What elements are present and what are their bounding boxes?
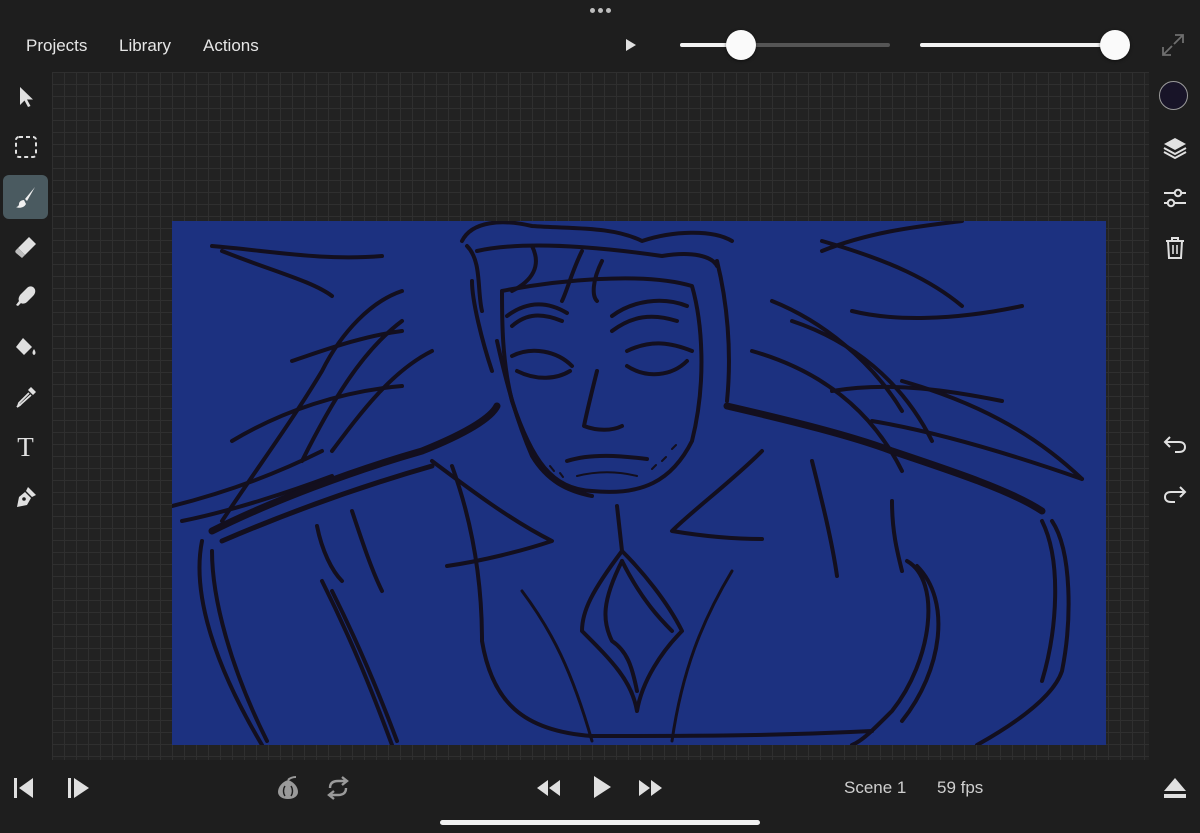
fps-selector[interactable]: 59 fps [937, 778, 983, 798]
fullscreen-icon[interactable] [1161, 33, 1185, 57]
text-tool[interactable]: T [3, 425, 48, 469]
opacity-slider[interactable] [920, 30, 1131, 60]
scene-selector[interactable]: Scene 1 [844, 778, 906, 798]
delete-button[interactable] [1160, 233, 1190, 263]
canvas-grid[interactable] [52, 72, 1149, 760]
onion-skin-button[interactable] [272, 772, 304, 804]
timeline-toggle-button[interactable] [1159, 772, 1191, 804]
eyedropper-icon [15, 387, 36, 408]
pen-icon [16, 487, 36, 507]
eraser-tool[interactable] [3, 225, 48, 269]
trash-icon [1166, 237, 1184, 259]
redo-icon [1163, 486, 1187, 503]
next-frame-icon [68, 778, 89, 798]
opacity-knob[interactable] [1100, 30, 1131, 60]
text-tool-icon: T [17, 431, 34, 462]
previous-frame-icon [14, 778, 33, 798]
color-swatch[interactable] [1159, 81, 1188, 110]
pen-tool[interactable] [3, 475, 48, 519]
eyedropper-tool[interactable] [3, 375, 48, 419]
fast-forward-icon [639, 780, 662, 796]
play-button[interactable] [585, 771, 617, 803]
undo-button[interactable] [1160, 428, 1190, 458]
menu-library[interactable]: Library [119, 36, 171, 56]
home-indicator[interactable] [440, 820, 760, 825]
fast-forward-button[interactable] [635, 772, 667, 804]
redo-button[interactable] [1160, 478, 1190, 508]
onion-skin-icon [278, 776, 298, 799]
brush-size-knob[interactable] [725, 30, 756, 60]
adjustments-button[interactable] [1160, 183, 1190, 213]
brush-icon [15, 187, 35, 208]
opacity-fill [920, 43, 1116, 47]
menu-projects[interactable]: Projects [26, 36, 87, 56]
loop-button[interactable] [322, 772, 354, 804]
fill-icon [15, 338, 35, 355]
next-frame-button[interactable] [62, 772, 94, 804]
play-preview-icon[interactable] [624, 38, 638, 52]
eject-icon [1164, 778, 1186, 798]
marquee-tool[interactable] [3, 125, 48, 169]
selection-tool[interactable] [3, 75, 48, 119]
undo-icon [1163, 436, 1187, 453]
top-bar: Projects Library Actions [0, 0, 1200, 72]
adjustments-icon [1164, 188, 1186, 208]
rewind-icon [537, 780, 560, 796]
brush-size-slider[interactable] [680, 30, 890, 60]
selection-icon [19, 87, 33, 107]
eraser-icon [14, 237, 36, 258]
brush-tool[interactable] [3, 175, 48, 219]
rewind-button[interactable] [532, 772, 564, 804]
menu-actions[interactable]: Actions [203, 36, 259, 56]
smudge-tool[interactable] [3, 275, 48, 319]
sketch-drawing [172, 221, 1084, 745]
loop-icon [327, 776, 349, 800]
more-options-icon[interactable] [588, 8, 612, 16]
play-icon [594, 776, 611, 798]
previous-frame-button[interactable] [9, 772, 41, 804]
artboard-drawing[interactable] [172, 221, 1106, 745]
smudge-icon [15, 286, 35, 306]
layers-icon [1163, 138, 1187, 160]
fill-tool[interactable] [3, 325, 48, 369]
layers-button[interactable] [1160, 133, 1190, 163]
marquee-icon [14, 136, 37, 158]
